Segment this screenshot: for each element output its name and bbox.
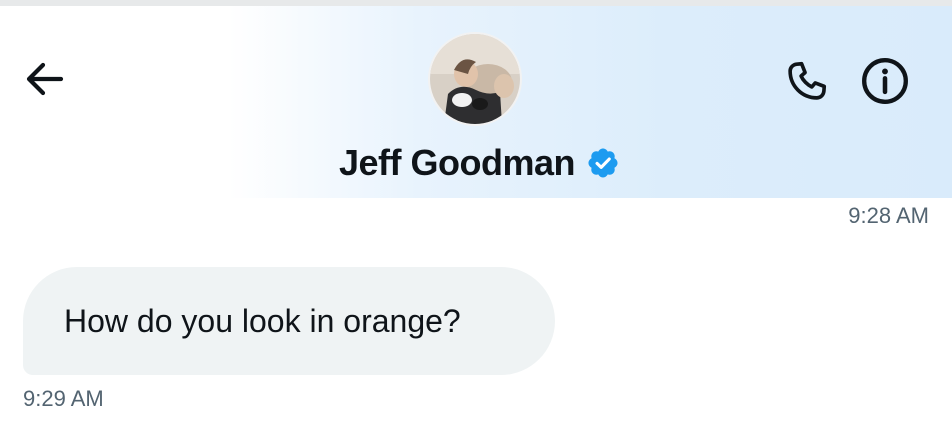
info-icon bbox=[862, 58, 908, 104]
contact-name: Jeff Goodman bbox=[338, 142, 576, 183]
call-button[interactable] bbox=[780, 54, 834, 108]
avatar[interactable] bbox=[430, 34, 520, 124]
incoming-message-bubble[interactable]: How do you look in orange? bbox=[23, 267, 555, 375]
conversation-header: Jeff Goodman bbox=[0, 6, 952, 198]
message-text: How do you look in orange? bbox=[64, 302, 461, 339]
back-button[interactable] bbox=[18, 56, 70, 102]
arrow-left-icon bbox=[26, 62, 64, 96]
info-button[interactable] bbox=[857, 53, 913, 109]
phone-icon bbox=[788, 61, 827, 100]
avatar-image bbox=[430, 34, 520, 124]
message-timestamp: 9:29 AM bbox=[23, 386, 104, 411]
contact-name-row[interactable]: Jeff Goodman bbox=[0, 138, 952, 188]
verified-badge-icon bbox=[585, 145, 621, 181]
message-timestamp: 9:28 AM bbox=[848, 203, 929, 228]
